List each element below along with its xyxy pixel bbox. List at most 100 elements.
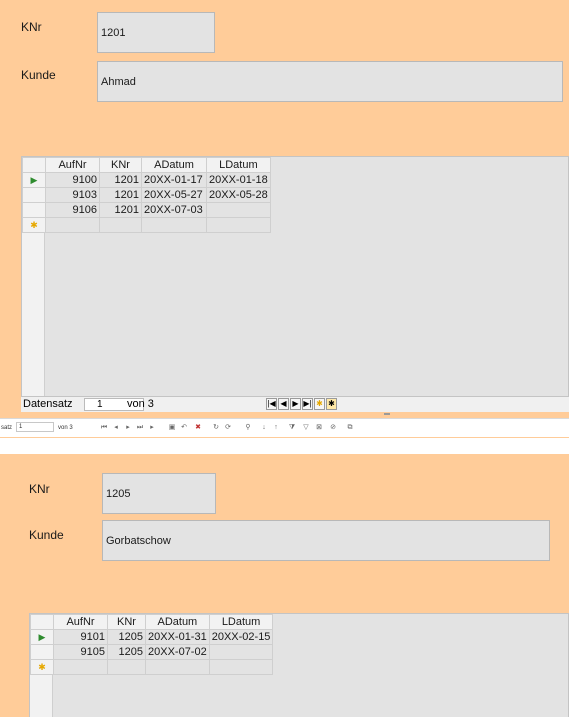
row-selector[interactable]	[22, 187, 46, 203]
first-record-icon[interactable]: ⏮	[100, 424, 108, 431]
table-row[interactable]: ▶ 9101 1205 20XX-01-31 20XX-02-15	[30, 629, 274, 645]
refresh-icon[interactable]: ↻	[212, 424, 220, 431]
column-header-ldatum[interactable]: LDatum	[206, 157, 271, 173]
cell-knr[interactable]: 1201	[99, 202, 142, 218]
table-header-row: AufNr KNr ADatum LDatum	[30, 614, 274, 630]
row-selector-new[interactable]: ✱	[22, 217, 46, 233]
cell-adatum[interactable]: 20XX-07-02	[145, 644, 210, 660]
cell-aufnr[interactable]: 9100	[45, 172, 100, 188]
table-row[interactable]: 9103 1201 20XX-05-27 20XX-05-28	[22, 187, 271, 203]
orders-grid: AufNr KNr ADatum LDatum ▶ 9100 1201 20XX…	[21, 156, 569, 397]
column-header-knr[interactable]: KNr	[107, 614, 146, 630]
column-header-knr[interactable]: KNr	[99, 157, 142, 173]
cell-ldatum[interactable]: 20XX-05-28	[206, 187, 271, 203]
cell-knr[interactable]: 1201	[99, 172, 142, 188]
row-selector-current[interactable]: ▶	[30, 629, 54, 645]
table-row[interactable]: 9106 1201 20XX-07-03	[22, 202, 271, 218]
column-header-aufnr[interactable]: AufNr	[45, 157, 100, 173]
apply-filter-icon[interactable]: ▽	[302, 424, 310, 431]
play-triangle-icon: ▶	[30, 175, 38, 185]
cell-aufnr[interactable]	[45, 217, 100, 233]
cell-aufnr[interactable]: 9105	[53, 644, 108, 660]
column-header-adatum[interactable]: ADatum	[145, 614, 210, 630]
record-navigation-bar: Datensatz 1 von 3 |◀ ◀ ▶ ▶| ✱ ✱	[21, 396, 569, 412]
new-record-icon[interactable]: ▸	[148, 424, 156, 431]
autofilter-icon[interactable]: ⧩	[288, 424, 296, 431]
splitter-handle[interactable]	[384, 413, 390, 415]
kunde-field[interactable]: Ahmad	[97, 61, 563, 102]
data-source-icon[interactable]: ⧉	[346, 424, 354, 431]
cell-aufnr[interactable]	[53, 659, 108, 675]
cell-knr[interactable]	[107, 659, 146, 675]
cell-ldatum[interactable]	[206, 217, 271, 233]
knr-field[interactable]: 1201	[97, 12, 215, 53]
previous-record-icon[interactable]: ◂	[112, 424, 120, 431]
row-selector[interactable]	[22, 202, 46, 218]
cell-adatum[interactable]: 20XX-07-03	[141, 202, 207, 218]
previous-record-button[interactable]: ◀	[278, 398, 289, 410]
sort-ascending-icon[interactable]: ↓	[260, 424, 268, 431]
form-customer-2: KNr 1205 Kunde Gorbatschow AufNr KNr ADa…	[0, 454, 569, 717]
row-selector-new[interactable]: ✱	[30, 659, 54, 675]
cell-aufnr[interactable]: 9106	[45, 202, 100, 218]
form-filter-icon[interactable]: ⊠	[315, 424, 323, 431]
asterisk-icon: ✱	[38, 662, 46, 672]
cell-ldatum[interactable]: 20XX-02-15	[208, 629, 274, 645]
toolbar-record-field[interactable]: 1	[16, 422, 54, 432]
cell-adatum[interactable]: 20XX-05-27	[141, 187, 207, 203]
row-header-corner	[22, 157, 46, 173]
form-customer-1: KNr 1201 Kunde Ahmad AufNr KNr ADatum LD…	[0, 0, 569, 438]
new-record-button[interactable]: ✱	[314, 398, 325, 410]
cell-knr[interactable]	[99, 217, 142, 233]
knr-field[interactable]: 1205	[102, 473, 216, 514]
cell-ldatum[interactable]: 20XX-01-18	[206, 172, 271, 188]
find-record-icon[interactable]: ⚲	[244, 424, 252, 431]
orders-table: AufNr KNr ADatum LDatum ▶ 9101 1205 20XX…	[30, 614, 274, 675]
asterisk-icon: ✱	[30, 220, 38, 230]
save-record-icon[interactable]: ▣	[168, 424, 176, 431]
refresh-control-icon[interactable]: ⟳	[224, 424, 232, 431]
kunde-label: Kunde	[21, 68, 56, 82]
cell-ldatum[interactable]	[208, 659, 274, 675]
kunde-label: Kunde	[29, 528, 64, 542]
table-header-row: AufNr KNr ADatum LDatum	[22, 157, 271, 173]
table-row[interactable]: ▶ 9100 1201 20XX-01-17 20XX-01-18	[22, 172, 271, 188]
column-header-aufnr[interactable]: AufNr	[53, 614, 108, 630]
play-triangle-icon: ▶	[38, 632, 46, 642]
cell-adatum[interactable]: 20XX-01-17	[141, 172, 207, 188]
cell-ldatum[interactable]	[208, 644, 274, 660]
row-selector-current[interactable]: ▶	[22, 172, 46, 188]
row-selector[interactable]	[30, 644, 54, 660]
first-record-button[interactable]: |◀	[266, 398, 277, 410]
next-record-icon[interactable]: ▸	[124, 424, 132, 431]
kunde-field[interactable]: Gorbatschow	[102, 520, 550, 561]
undo-icon[interactable]: ↶	[180, 424, 188, 431]
knr-label: KNr	[21, 20, 42, 34]
last-record-button[interactable]: ▶|	[302, 398, 313, 410]
column-header-ldatum[interactable]: LDatum	[208, 614, 274, 630]
table-row-new[interactable]: ✱	[22, 217, 271, 233]
cell-adatum[interactable]	[145, 659, 210, 675]
last-record-icon[interactable]: ⏭	[136, 424, 144, 431]
new-record-disabled-button[interactable]: ✱	[326, 398, 337, 410]
knr-label: KNr	[29, 482, 50, 496]
cell-knr[interactable]: 1205	[107, 629, 146, 645]
sort-descending-icon[interactable]: ↑	[272, 424, 280, 431]
reset-filter-icon[interactable]: ⊘	[329, 424, 337, 431]
cell-aufnr[interactable]: 9103	[45, 187, 100, 203]
delete-record-icon[interactable]: ✖	[194, 424, 202, 431]
cell-aufnr[interactable]: 9101	[53, 629, 108, 645]
row-header-corner	[30, 614, 54, 630]
cell-knr[interactable]: 1205	[107, 644, 146, 660]
table-row[interactable]: 9105 1205 20XX-07-02	[30, 644, 274, 660]
next-record-button[interactable]: ▶	[290, 398, 301, 410]
column-header-adatum[interactable]: ADatum	[141, 157, 207, 173]
toolbar-record-label: satz	[1, 425, 13, 431]
cell-adatum[interactable]: 20XX-01-31	[145, 629, 210, 645]
orders-table: AufNr KNr ADatum LDatum ▶ 9100 1201 20XX…	[22, 157, 271, 233]
cell-ldatum[interactable]	[206, 202, 271, 218]
cell-adatum[interactable]	[141, 217, 207, 233]
cell-knr[interactable]: 1201	[99, 187, 142, 203]
table-row-new[interactable]: ✱	[30, 659, 274, 675]
orders-grid: AufNr KNr ADatum LDatum ▶ 9101 1205 20XX…	[29, 613, 569, 717]
